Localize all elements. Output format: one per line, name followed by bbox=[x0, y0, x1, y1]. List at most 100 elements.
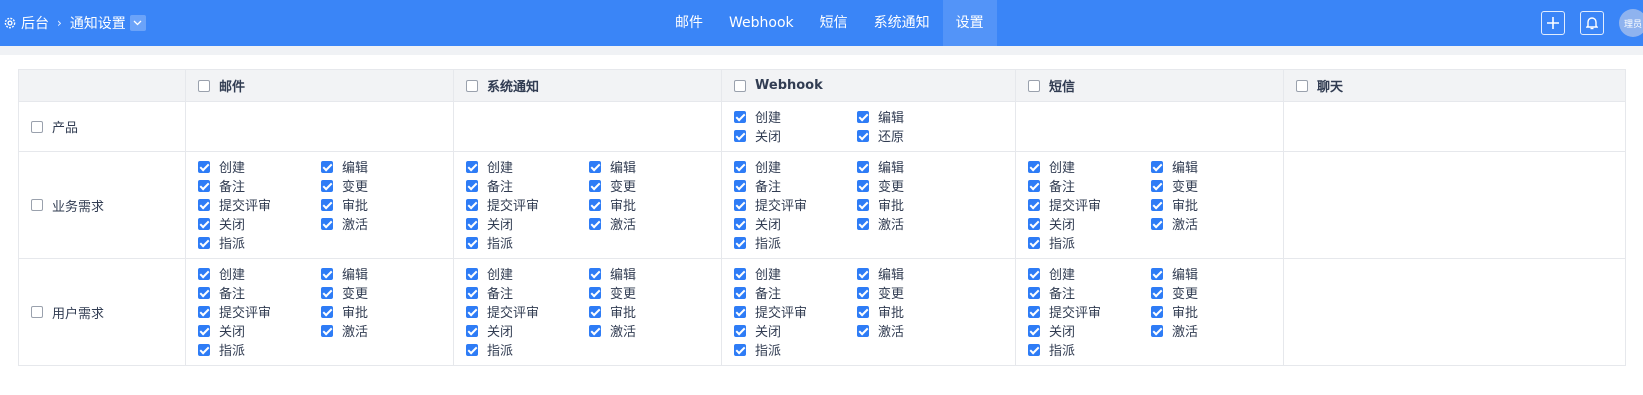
checkbox-checked[interactable] bbox=[198, 305, 210, 318]
avatar[interactable]: 理员 bbox=[1619, 9, 1643, 37]
option-checkbox[interactable]: 指派 bbox=[198, 340, 321, 359]
checkbox-checked[interactable] bbox=[1028, 236, 1040, 249]
option-checkbox[interactable]: 审批 bbox=[857, 302, 980, 321]
checkbox-checked[interactable] bbox=[198, 236, 210, 249]
column-checkbox[interactable] bbox=[198, 79, 210, 92]
checkbox-checked[interactable] bbox=[589, 305, 601, 318]
checkbox-checked[interactable] bbox=[857, 160, 869, 173]
checkbox-checked[interactable] bbox=[466, 236, 478, 249]
option-checkbox[interactable]: 审批 bbox=[321, 195, 444, 214]
checkbox-checked[interactable] bbox=[198, 324, 210, 337]
option-checkbox[interactable]: 提交评审 bbox=[466, 302, 589, 321]
option-checkbox[interactable]: 关闭 bbox=[466, 321, 589, 340]
option-checkbox[interactable]: 备注 bbox=[734, 283, 857, 302]
checkbox-checked[interactable] bbox=[857, 179, 869, 192]
option-checkbox[interactable]: 备注 bbox=[734, 176, 857, 195]
checkbox-checked[interactable] bbox=[589, 324, 601, 337]
checkbox-checked[interactable] bbox=[589, 267, 601, 280]
option-checkbox[interactable]: 审批 bbox=[1151, 302, 1274, 321]
breadcrumb-current[interactable]: 通知设置 bbox=[70, 13, 126, 33]
option-checkbox[interactable]: 编辑 bbox=[589, 157, 712, 176]
checkbox-checked[interactable] bbox=[857, 324, 869, 337]
checkbox-checked[interactable] bbox=[321, 286, 333, 299]
checkbox-checked[interactable] bbox=[589, 217, 601, 230]
checkbox-checked[interactable] bbox=[857, 286, 869, 299]
option-checkbox[interactable]: 变更 bbox=[1151, 176, 1274, 195]
checkbox-checked[interactable] bbox=[1151, 267, 1163, 280]
checkbox-checked[interactable] bbox=[1151, 198, 1163, 211]
checkbox-checked[interactable] bbox=[466, 343, 478, 356]
option-checkbox[interactable]: 激活 bbox=[589, 214, 712, 233]
gear-icon[interactable] bbox=[3, 16, 17, 30]
option-checkbox[interactable]: 指派 bbox=[466, 340, 589, 359]
option-checkbox[interactable]: 指派 bbox=[198, 233, 321, 252]
tab-sms[interactable]: 短信 bbox=[807, 0, 861, 46]
tab-system-notification[interactable]: 系统通知 bbox=[861, 0, 943, 46]
option-checkbox[interactable]: 创建 bbox=[198, 157, 321, 176]
checkbox-checked[interactable] bbox=[857, 198, 869, 211]
breadcrumb-root[interactable]: 后台 bbox=[21, 13, 49, 33]
option-checkbox[interactable]: 激活 bbox=[321, 321, 444, 340]
checkbox-checked[interactable] bbox=[1028, 305, 1040, 318]
checkbox-checked[interactable] bbox=[321, 198, 333, 211]
chevron-down-icon[interactable] bbox=[129, 15, 146, 31]
option-checkbox[interactable]: 激活 bbox=[589, 321, 712, 340]
checkbox-checked[interactable] bbox=[466, 305, 478, 318]
checkbox-checked[interactable] bbox=[466, 267, 478, 280]
option-checkbox[interactable]: 提交评审 bbox=[1028, 302, 1151, 321]
tab-settings[interactable]: 设置 bbox=[942, 0, 997, 46]
checkbox-checked[interactable] bbox=[321, 160, 333, 173]
option-checkbox[interactable]: 创建 bbox=[466, 264, 589, 283]
checkbox-checked[interactable] bbox=[589, 198, 601, 211]
option-checkbox[interactable]: 变更 bbox=[1151, 283, 1274, 302]
checkbox-checked[interactable] bbox=[734, 343, 746, 356]
option-checkbox[interactable]: 激活 bbox=[1151, 321, 1274, 340]
option-checkbox[interactable]: 指派 bbox=[734, 233, 857, 252]
option-checkbox[interactable]: 编辑 bbox=[857, 107, 980, 126]
checkbox-checked[interactable] bbox=[589, 160, 601, 173]
checkbox-checked[interactable] bbox=[1151, 324, 1163, 337]
option-checkbox[interactable]: 提交评审 bbox=[734, 302, 857, 321]
row-checkbox[interactable] bbox=[31, 120, 43, 133]
option-checkbox[interactable]: 提交评审 bbox=[1028, 195, 1151, 214]
checkbox-checked[interactable] bbox=[734, 286, 746, 299]
checkbox-checked[interactable] bbox=[734, 160, 746, 173]
option-checkbox[interactable]: 审批 bbox=[589, 195, 712, 214]
checkbox-checked[interactable] bbox=[466, 286, 478, 299]
option-checkbox[interactable]: 编辑 bbox=[1151, 264, 1274, 283]
option-checkbox[interactable]: 审批 bbox=[1151, 195, 1274, 214]
option-checkbox[interactable]: 备注 bbox=[1028, 176, 1151, 195]
checkbox-checked[interactable] bbox=[198, 160, 210, 173]
option-checkbox[interactable]: 提交评审 bbox=[734, 195, 857, 214]
option-checkbox[interactable]: 编辑 bbox=[857, 157, 980, 176]
checkbox-checked[interactable] bbox=[734, 305, 746, 318]
option-checkbox[interactable]: 激活 bbox=[321, 214, 444, 233]
option-checkbox[interactable]: 激活 bbox=[857, 321, 980, 340]
checkbox-checked[interactable] bbox=[466, 324, 478, 337]
checkbox-checked[interactable] bbox=[198, 217, 210, 230]
checkbox-checked[interactable] bbox=[589, 179, 601, 192]
option-checkbox[interactable]: 创建 bbox=[1028, 264, 1151, 283]
checkbox-checked[interactable] bbox=[857, 305, 869, 318]
checkbox-checked[interactable] bbox=[589, 286, 601, 299]
option-checkbox[interactable]: 关闭 bbox=[734, 214, 857, 233]
checkbox-checked[interactable] bbox=[1028, 198, 1040, 211]
option-checkbox[interactable]: 激活 bbox=[1151, 214, 1274, 233]
checkbox-checked[interactable] bbox=[1028, 179, 1040, 192]
option-checkbox[interactable]: 编辑 bbox=[321, 264, 444, 283]
option-checkbox[interactable]: 审批 bbox=[589, 302, 712, 321]
bell-icon[interactable] bbox=[1580, 11, 1604, 35]
option-checkbox[interactable]: 关闭 bbox=[734, 126, 857, 145]
checkbox-checked[interactable] bbox=[734, 129, 746, 142]
checkbox-checked[interactable] bbox=[321, 324, 333, 337]
checkbox-checked[interactable] bbox=[1028, 286, 1040, 299]
option-checkbox[interactable]: 激活 bbox=[857, 214, 980, 233]
option-checkbox[interactable]: 变更 bbox=[321, 283, 444, 302]
option-checkbox[interactable]: 变更 bbox=[857, 283, 980, 302]
option-checkbox[interactable]: 变更 bbox=[589, 176, 712, 195]
option-checkbox[interactable]: 编辑 bbox=[1151, 157, 1274, 176]
option-checkbox[interactable]: 备注 bbox=[1028, 283, 1151, 302]
option-checkbox[interactable]: 编辑 bbox=[321, 157, 444, 176]
checkbox-checked[interactable] bbox=[1151, 286, 1163, 299]
checkbox-checked[interactable] bbox=[1028, 217, 1040, 230]
